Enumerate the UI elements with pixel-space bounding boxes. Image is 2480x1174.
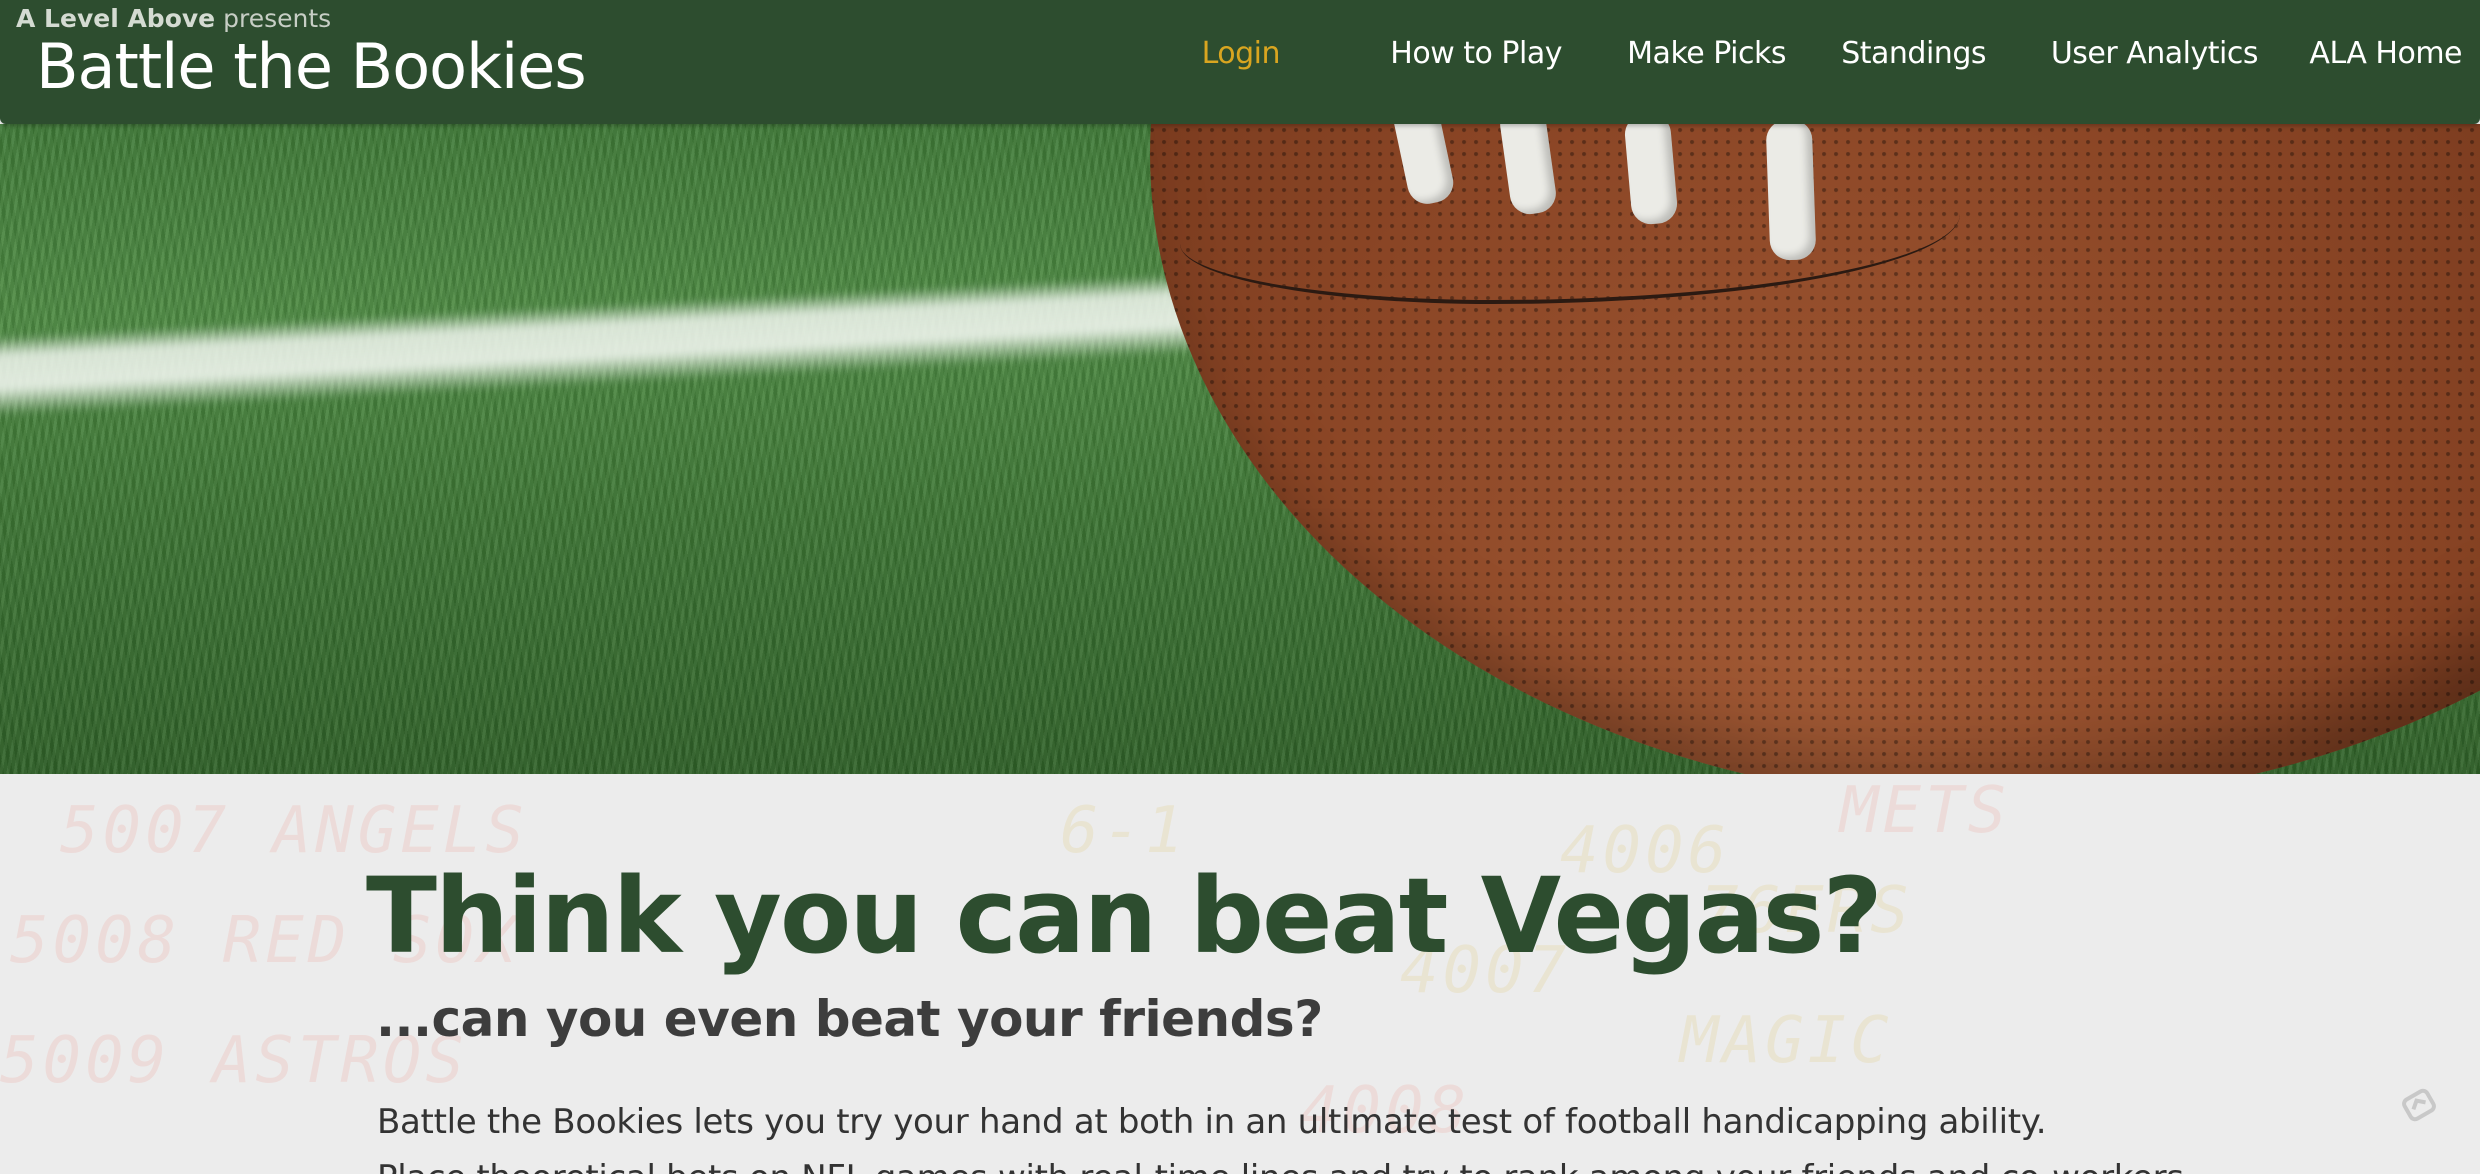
- ticker-text: MAGIC: [1680, 1004, 1893, 1078]
- intro-paragraph-line-1: Battle the Bookies lets you try your han…: [377, 1102, 2047, 1142]
- presents-line: A Level Above presents: [16, 4, 331, 33]
- intro-paragraph-line-2: Place theoretical bets on NFL games with…: [377, 1158, 2194, 1174]
- nav-ala-home[interactable]: ALA Home: [2309, 36, 2462, 71]
- football-lace: [1765, 124, 1817, 261]
- nav-how-to-play[interactable]: How to Play: [1390, 36, 1562, 71]
- page-headline: Think you can beat Vegas?: [366, 855, 1883, 977]
- nav-login[interactable]: Login: [1202, 36, 1281, 71]
- site-title[interactable]: Battle the Bookies: [36, 30, 587, 103]
- presents-suffix: presents: [223, 4, 332, 33]
- football-lace: [1623, 124, 1679, 226]
- nav-standings[interactable]: Standings: [1841, 36, 1986, 71]
- site-header: A Level Above presents Battle the Bookie…: [0, 0, 2480, 124]
- hero-image-football: [0, 124, 2480, 774]
- ticker-text: METS: [1840, 774, 2011, 848]
- scroll-to-top-icon[interactable]: [2394, 1080, 2444, 1130]
- nav-make-picks[interactable]: Make Picks: [1627, 36, 1786, 71]
- presents-brand: A Level Above: [16, 4, 216, 33]
- page-subheadline: ...can you even beat your friends?: [376, 990, 1323, 1048]
- nav-user-analytics[interactable]: User Analytics: [2051, 36, 2259, 71]
